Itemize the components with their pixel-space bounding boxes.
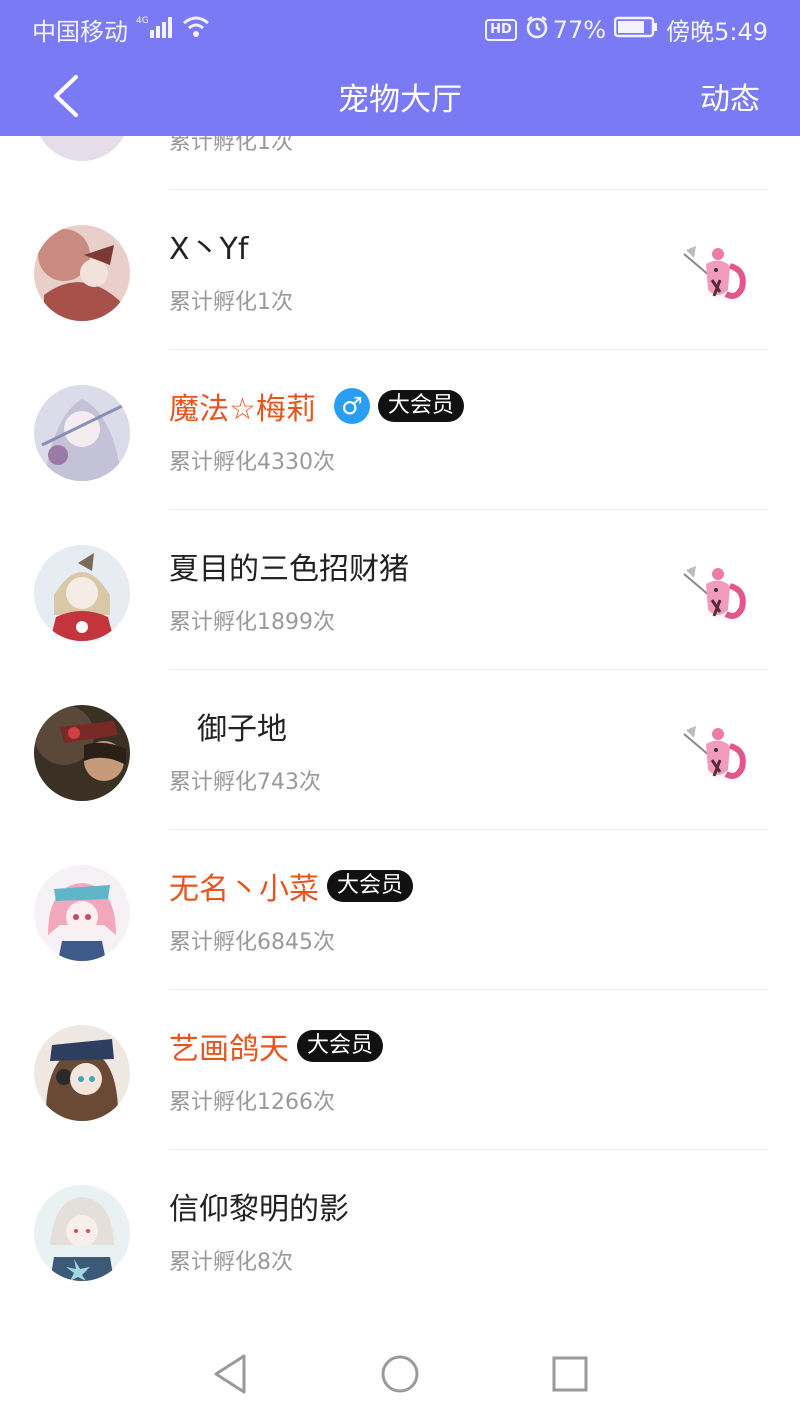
battery-icon [613,15,658,45]
vip-badge: 大会员 [377,390,464,422]
avatar[interactable] [34,545,130,641]
hatch-count: 累计孵化1266次 [169,1090,335,1115]
recents-nav-button[interactable] [548,1352,592,1396]
signal-icon: 4G [136,14,182,46]
system-nav-bar [0,1330,800,1422]
hatch-count: 累计孵化8次 [169,1250,293,1275]
square-recents-icon [552,1356,588,1392]
avatar[interactable] [34,1185,130,1281]
vip-badge: 大会员 [297,1030,384,1062]
hatch-count: 累计孵化743次 [169,770,321,795]
battery-percent: 77% [552,15,607,44]
back-nav-button[interactable] [208,1352,252,1396]
hatch-count: 累计孵化6845次 [169,930,335,955]
avatar[interactable] [34,1025,130,1121]
list-item[interactable]: 无名丶小菜 大会员 累计孵化6845次 [0,830,800,990]
vip-badge: 大会员 [327,870,414,902]
user-name[interactable]: 魔法☆梅莉 ♂ 大会员 [169,384,464,428]
app-header: 中国移动 4G HD 77% 傍晚5:49 宠物大厅 动态 [0,0,800,136]
user-name[interactable]: 夏目的三色招财猪 [169,544,409,588]
nav-bar: 宠物大厅 动态 [0,56,800,136]
triangle-back-icon [214,1354,246,1394]
list-item[interactable]: X丶Yf 累计孵化1次 [0,190,800,350]
pink-pet-icon[interactable] [680,560,754,626]
network-type: 4G [136,16,149,26]
avatar[interactable] [34,225,130,321]
user-name[interactable]: 信仰黎明的影 [169,1184,349,1228]
hatch-count: 累计孵化1899次 [169,610,335,635]
status-bar: 中国移动 4G HD 77% 傍晚5:49 [0,0,800,56]
alarm-icon [525,15,549,45]
avatar[interactable] [34,865,130,961]
list-item[interactable]: 夏目的三色招财猪 累计孵化1899次 [0,510,800,670]
user-name[interactable]: 无名丶小菜 大会员 [169,864,414,908]
hd-badge: HD [485,18,517,41]
list-item[interactable]: 艺画鸽天 大会员 累计孵化1266次 [0,990,800,1150]
wifi-icon [182,15,210,45]
avatar[interactable] [34,705,130,801]
hatch-count: 累计孵化4330次 [169,450,335,475]
user-name[interactable]: 艺画鸽天 大会员 [169,1024,384,1068]
user-name[interactable]: 御子地 [197,704,287,748]
page-title: 宠物大厅 [338,82,462,118]
user-name[interactable]: X丶Yf [169,224,248,268]
moments-button[interactable]: 动态 [700,74,760,118]
home-nav-button[interactable] [378,1352,422,1396]
hatch-count: 累计孵化1次 [169,290,293,315]
clock: 傍晚5:49 [666,18,768,46]
pink-pet-icon[interactable] [680,720,754,786]
male-gender-icon: ♂ [333,388,370,424]
pink-pet-icon[interactable] [680,240,754,306]
list-item[interactable]: 信仰黎明的影 累计孵化8次 [0,1150,800,1310]
carrier-label: 中国移动 [32,18,128,46]
circle-home-icon [381,1355,419,1393]
avatar[interactable] [34,385,130,481]
list-item[interactable]: 魔法☆梅莉 ♂ 大会员 累计孵化4330次 [0,350,800,510]
list-item[interactable]: 御子地 累计孵化743次 [0,670,800,830]
